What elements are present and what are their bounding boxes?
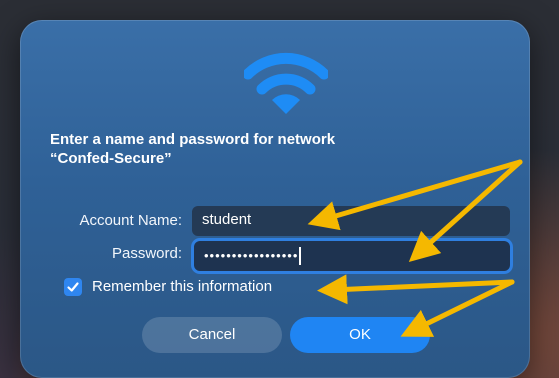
text-caret [299,247,302,266]
dialog-prompt: Enter a name and password for network “C… [50,130,450,168]
cancel-button[interactable]: Cancel [142,317,282,353]
account-name-input[interactable]: student [192,206,510,236]
checkmark-icon [67,282,79,292]
prompt-text: Enter a name and password for network [50,131,336,148]
password-input[interactable]: ••••••••••••••••• [194,241,510,271]
network-name: “Confed-Secure” [50,150,172,167]
ok-button[interactable]: OK [290,317,430,353]
password-label: Password: [111,245,182,262]
wifi-icon [244,52,328,114]
remember-label[interactable]: Remember this information [92,278,272,295]
account-name-label: Account Name: [79,212,182,229]
remember-checkbox[interactable] [64,278,82,296]
password-dots: ••••••••••••••••• [204,248,299,263]
